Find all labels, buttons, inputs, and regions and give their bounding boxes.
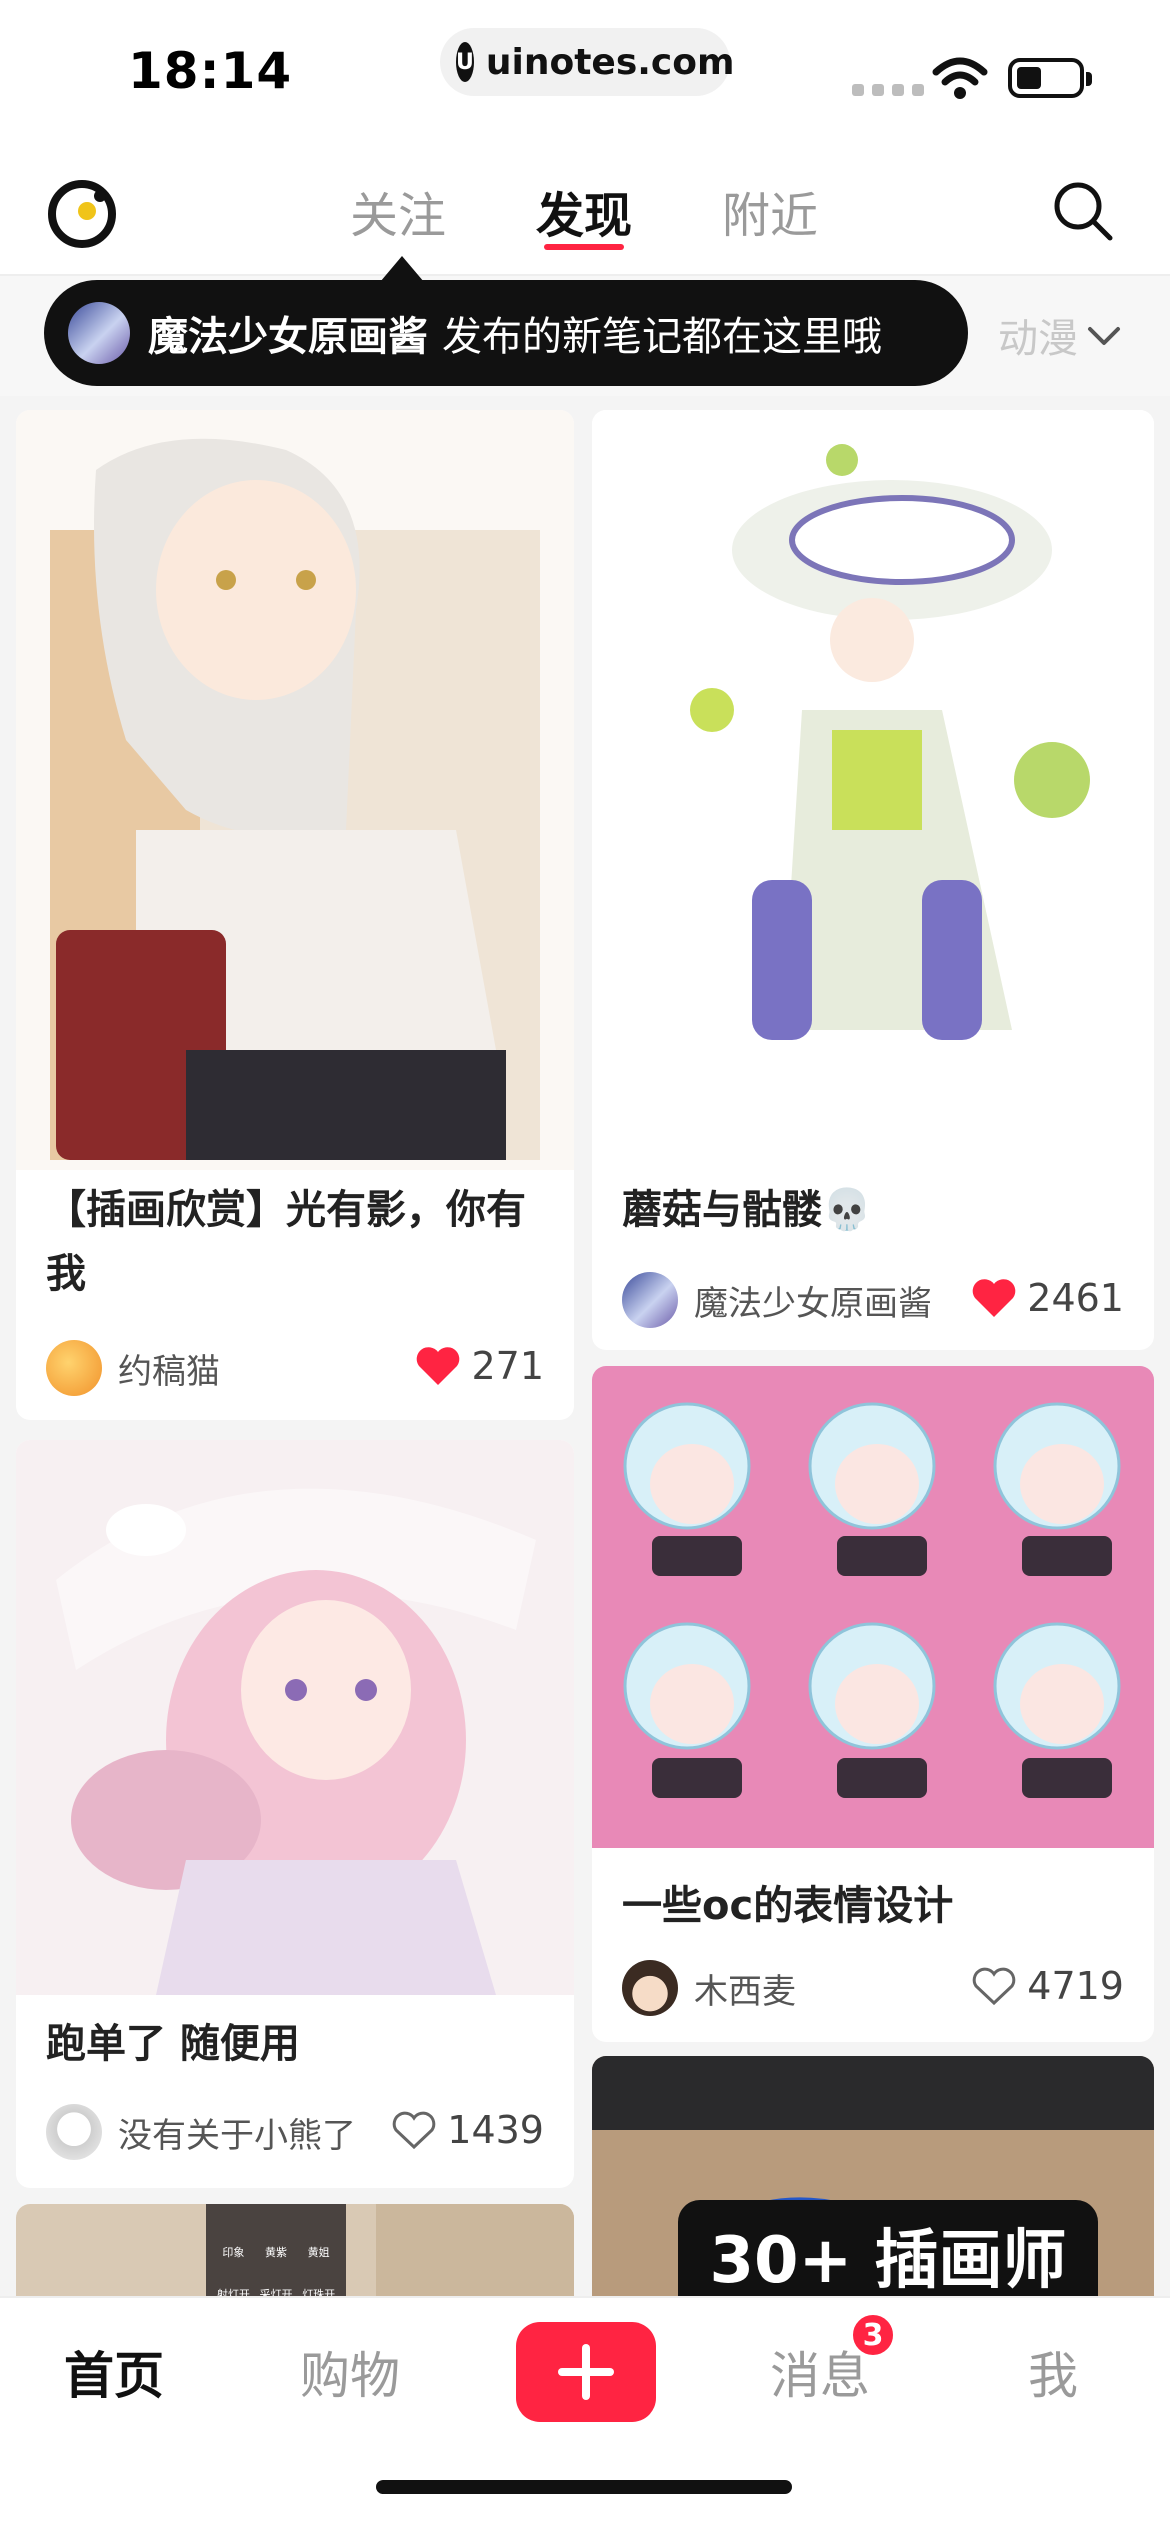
like-button[interactable]: 1439 [391, 2108, 544, 2152]
tooltip-author: 魔法少女原画酱 [148, 314, 428, 360]
publish-button[interactable] [516, 2322, 656, 2422]
note-title: 跑单了 随便用 [46, 2021, 300, 2067]
heart-filled-icon [972, 1279, 1016, 1317]
note-card[interactable]: 蘑菇与骷髅💀 魔法少女原画酱 2461 [592, 410, 1154, 1350]
note-image [16, 410, 574, 1170]
avatar [622, 1272, 678, 1328]
note-card[interactable]: 跑单了 随便用 没有关于小熊了 1439 [16, 1440, 574, 2188]
nav-shop[interactable]: 购物 [300, 2336, 400, 2408]
top-nav: 关注 发现 附近 [0, 140, 1170, 276]
avatar [46, 1340, 102, 1396]
avatar [622, 1960, 678, 2016]
site-logo-icon: U [456, 42, 474, 82]
heart-filled-icon [417, 1347, 460, 1385]
note-author[interactable]: 约稿猫 [46, 1340, 220, 1396]
avatar [68, 302, 130, 364]
tab-follow[interactable]: 关注 [350, 176, 446, 246]
like-count: 271 [471, 1344, 544, 1388]
bottom-nav: 首页 购物 消息 3 我 [0, 2296, 1170, 2532]
image-overlay-text: 30+ 插画师 [678, 2200, 1098, 2310]
author-name: 木西麦 [694, 1971, 796, 2012]
like-count: 2461 [1027, 1276, 1124, 1320]
signal-icon [852, 84, 924, 96]
chevron-down-icon[interactable] [1084, 316, 1124, 356]
search-icon[interactable] [1052, 180, 1114, 242]
author-name: 没有关于小熊了 [118, 2115, 356, 2156]
like-button[interactable]: 271 [415, 1344, 544, 1388]
like-button[interactable]: 2461 [971, 1276, 1124, 1320]
camera-logo-icon[interactable] [48, 180, 116, 248]
note-card[interactable]: 【插画欣赏】光有影，你有我 约稿猫 271 [16, 410, 574, 1420]
tooltip-arrow [380, 256, 424, 282]
thumbnail-text: 黄姐 [307, 2246, 330, 2259]
like-count: 4719 [1027, 1964, 1124, 2008]
nav-me[interactable]: 我 [1028, 2336, 1078, 2408]
nav-home[interactable]: 首页 [64, 2336, 164, 2408]
status-time: 18:14 [128, 42, 293, 100]
note-author[interactable]: 魔法少女原画酱 [622, 1272, 932, 1328]
tooltip-text: 发布的新笔记都在这里哦 [442, 314, 882, 360]
note-author[interactable]: 木西麦 [622, 1960, 796, 2016]
heart-outline-icon [393, 2111, 436, 2150]
note-card[interactable]: 30+ 插画师 [592, 2056, 1154, 2324]
note-image [592, 410, 1154, 1150]
status-bar: 18:14 U uinotes.com [0, 0, 1170, 140]
new-notes-tooltip[interactable]: 魔法少女原画酱 发布的新笔记都在这里哦 [44, 280, 968, 386]
note-author[interactable]: 没有关于小熊了 [46, 2104, 356, 2160]
wifi-icon [932, 57, 988, 99]
thumbnail-text: 黄紫 [264, 2246, 287, 2259]
tab-discover[interactable]: 发现 [536, 176, 632, 246]
home-indicator [376, 2480, 792, 2494]
like-count: 1439 [447, 2108, 544, 2152]
note-title: 【插画欣赏】光有影，你有我 [46, 1187, 526, 1297]
note-title: 蘑菇与骷髅💀 [622, 1187, 872, 1233]
note-card[interactable]: 一些oc的表情设计 木西麦 4719 [592, 1366, 1154, 2042]
avatar [46, 2104, 102, 2160]
author-name: 约稿猫 [118, 1351, 220, 1392]
url-pill[interactable]: U uinotes.com [440, 28, 735, 96]
heart-outline-icon [973, 1967, 1016, 2006]
tab-nearby[interactable]: 附近 [722, 176, 818, 246]
message-badge: 3 [850, 2312, 896, 2358]
battery-icon [1008, 58, 1092, 98]
url-text: uinotes.com [485, 41, 735, 83]
plus-icon [558, 2344, 614, 2400]
author-name: 魔法少女原画酱 [694, 1283, 932, 1324]
like-button[interactable]: 4719 [971, 1964, 1124, 2008]
note-title: 一些oc的表情设计 [622, 1883, 954, 1929]
tab-active-indicator [544, 244, 624, 250]
category-tab-partial[interactable]: 动漫 [998, 306, 1078, 364]
note-image [16, 1440, 574, 1995]
thumbnail-text: 印象 [222, 2246, 245, 2259]
note-image [592, 1366, 1154, 1848]
